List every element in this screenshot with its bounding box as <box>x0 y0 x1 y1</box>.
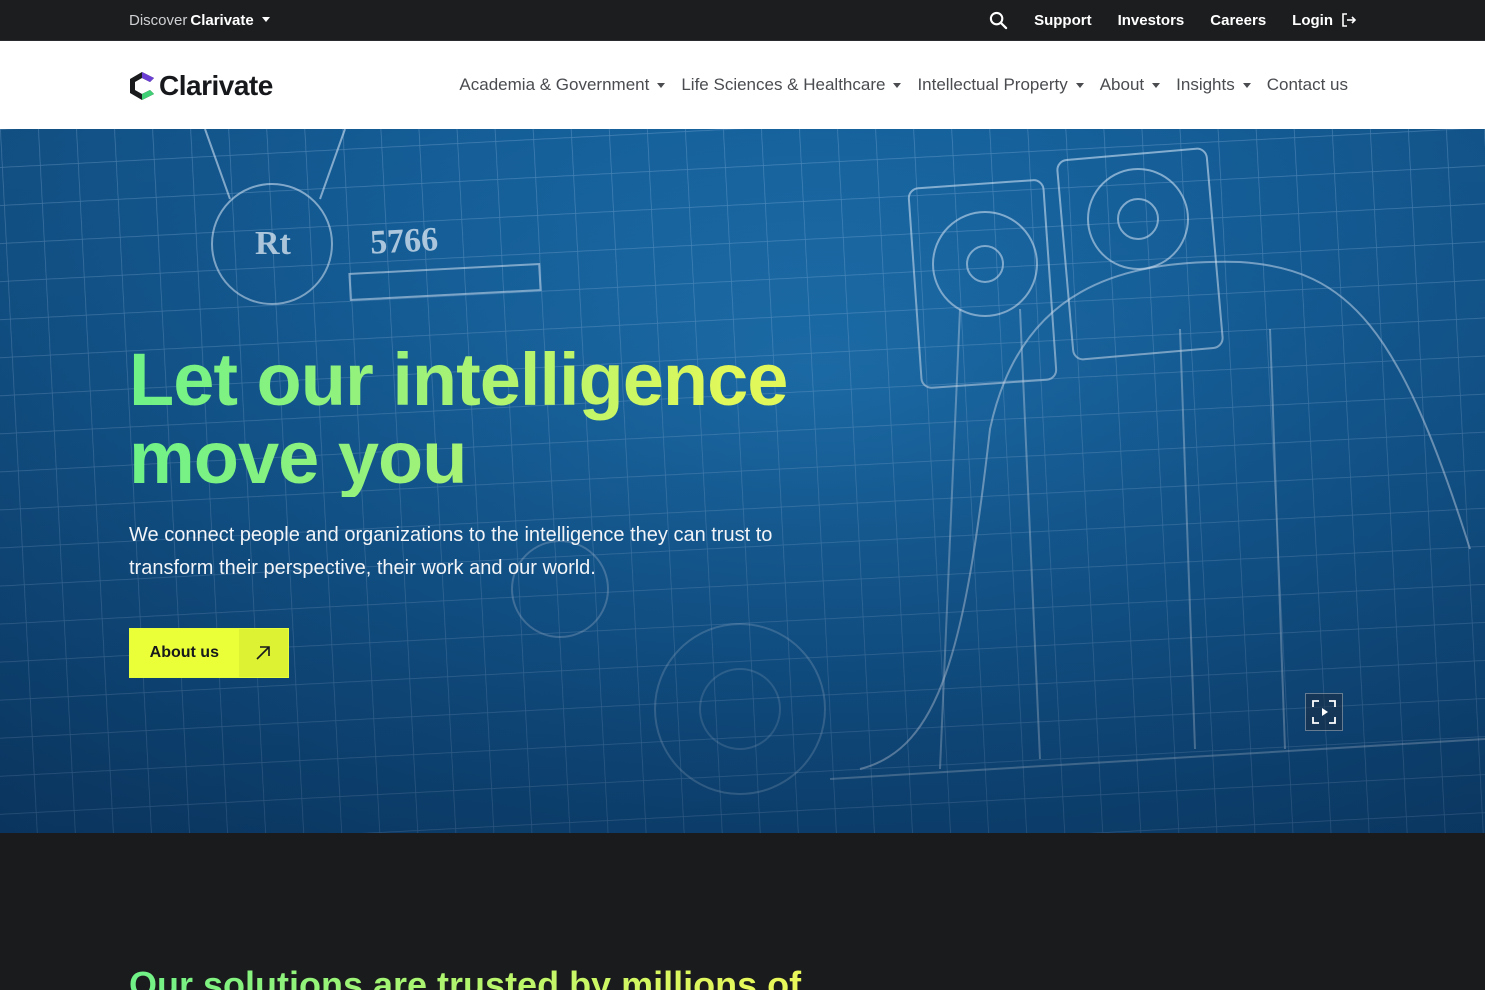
trusted-section: Our solutions are trusted by millions of <box>0 833 1485 990</box>
chevron-down-icon <box>893 82 902 88</box>
logout-arrow-icon <box>1342 13 1357 27</box>
chevron-down-icon <box>1152 82 1161 88</box>
nav-label: Insights <box>1176 75 1235 94</box>
nav-about[interactable]: About <box>1099 75 1161 95</box>
nav-label: Intellectual Property <box>917 75 1068 94</box>
nav-life-sciences-healthcare[interactable]: Life Sciences & Healthcare <box>681 75 902 95</box>
about-us-label: About us <box>130 629 239 677</box>
section-title: Our solutions are trusted by millions of <box>129 963 1029 990</box>
utility-bar: Discover Clarivate Support Investors Car… <box>0 0 1485 41</box>
nav-label: Academia & Government <box>459 75 650 94</box>
discover-brand: Clarivate <box>190 11 254 29</box>
discover-clarivate-menu[interactable]: Discover Clarivate <box>129 0 270 40</box>
video-fullscreen-button[interactable] <box>1305 693 1343 731</box>
nav-academia-government[interactable]: Academia & Government <box>459 75 666 95</box>
about-us-button[interactable]: About us <box>129 628 289 678</box>
main-header: Clarivate Academia & Government Life Sci… <box>0 41 1485 129</box>
login-link[interactable]: Login <box>1292 12 1357 29</box>
chevron-down-icon <box>261 16 270 22</box>
logo-wordmark: Clarivate <box>159 70 273 101</box>
primary-nav: Academia & Government Life Sciences & He… <box>459 41 1348 129</box>
clarivate-logo-mark-icon <box>130 72 154 100</box>
search-icon <box>989 11 1008 29</box>
search-button[interactable] <box>989 11 1008 30</box>
support-link[interactable]: Support <box>1034 12 1092 29</box>
discover-prefix: Discover <box>129 11 188 29</box>
nav-label: About <box>1099 75 1145 94</box>
fullscreen-play-icon <box>1312 700 1336 724</box>
clarivate-logo[interactable]: Clarivate <box>129 70 273 101</box>
investors-link[interactable]: Investors <box>1118 12 1185 29</box>
login-label: Login <box>1292 11 1333 29</box>
nav-label: Life Sciences & Healthcare <box>681 75 886 94</box>
chevron-down-icon <box>1242 82 1251 88</box>
nav-intellectual-property[interactable]: Intellectual Property <box>917 75 1084 95</box>
chevron-down-icon <box>657 82 666 88</box>
hero-title: Let our intelligence move you <box>129 341 829 497</box>
nav-label: Contact us <box>1266 75 1348 94</box>
utility-links: Support Investors Careers Login <box>989 0 1357 40</box>
chevron-down-icon <box>1075 82 1084 88</box>
careers-link[interactable]: Careers <box>1210 12 1266 29</box>
hero-subtitle: We connect people and organizations to t… <box>129 524 773 579</box>
hero-banner: Rt 5766 Let our intelligence move you We… <box>0 129 1485 833</box>
nav-contact-us[interactable]: Contact us <box>1267 75 1348 95</box>
arrow-up-right-icon <box>238 629 288 677</box>
nav-insights[interactable]: Insights <box>1176 75 1251 95</box>
